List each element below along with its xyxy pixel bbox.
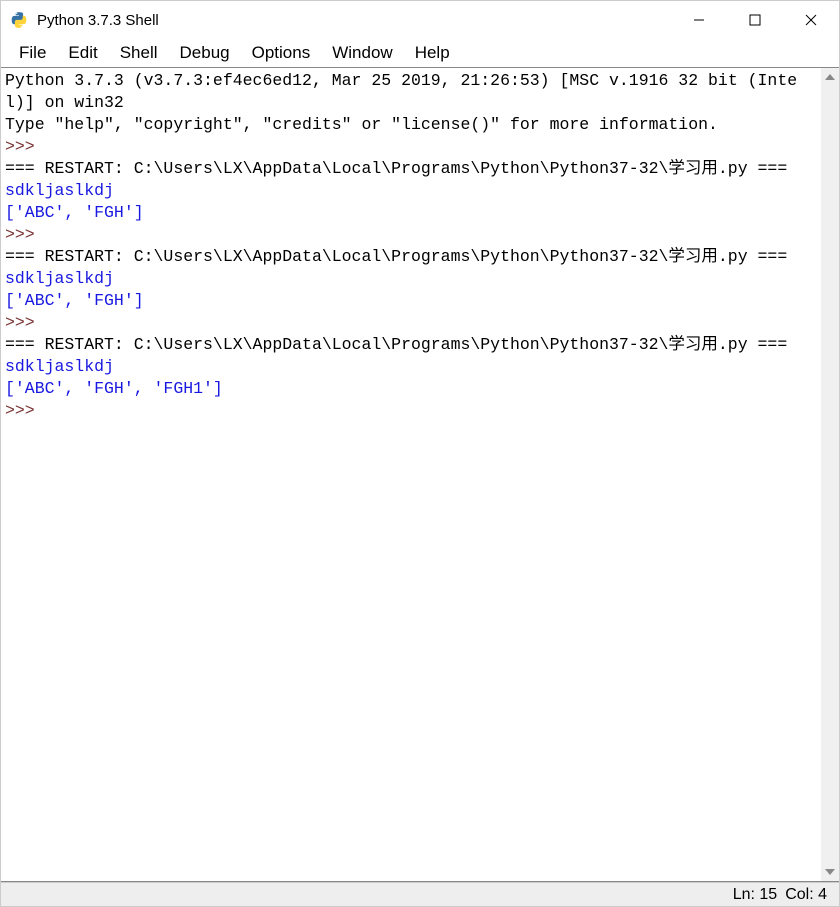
menu-options[interactable]: Options [242, 41, 321, 65]
scroll-track[interactable] [821, 86, 839, 863]
close-button[interactable] [783, 1, 839, 39]
menu-edit[interactable]: Edit [58, 41, 107, 65]
program-output: ['ABC', 'FGH'] [5, 203, 144, 222]
statusbar: Ln: 15 Col: 4 [1, 882, 839, 906]
user-input: sdkljaslkdj [5, 269, 114, 288]
restart-line: === RESTART: C:\Users\LX\AppData\Local\P… [5, 247, 787, 266]
window-title: Python 3.7.3 Shell [37, 12, 671, 29]
program-output: ['ABC', 'FGH'] [5, 291, 144, 310]
minimize-button[interactable] [671, 1, 727, 39]
prompt: >>> [5, 401, 45, 420]
prompt: >>> [5, 225, 45, 244]
scroll-down-arrow[interactable] [821, 863, 839, 881]
status-col: Col: 4 [785, 886, 827, 904]
vertical-scrollbar[interactable] [821, 68, 839, 881]
prompt: >>> [5, 313, 45, 332]
content-wrapper: Python 3.7.3 (v3.7.3:ef4ec6ed12, Mar 25 … [1, 67, 839, 882]
scroll-up-arrow[interactable] [821, 68, 839, 86]
python-icon [9, 10, 29, 30]
program-output: ['ABC', 'FGH', 'FGH1'] [5, 379, 223, 398]
menu-shell[interactable]: Shell [110, 41, 168, 65]
python-banner-line1: Python 3.7.3 (v3.7.3:ef4ec6ed12, Mar 25 … [5, 71, 797, 112]
status-line: Ln: 15 [733, 886, 777, 904]
menubar: File Edit Shell Debug Options Window Hel… [1, 39, 839, 67]
prompt: >>> [5, 137, 45, 156]
menu-file[interactable]: File [9, 41, 56, 65]
window-controls [671, 1, 839, 39]
maximize-button[interactable] [727, 1, 783, 39]
user-input: sdkljaslkdj [5, 357, 114, 376]
shell-text-area[interactable]: Python 3.7.3 (v3.7.3:ef4ec6ed12, Mar 25 … [1, 68, 821, 881]
menu-window[interactable]: Window [322, 41, 402, 65]
restart-line: === RESTART: C:\Users\LX\AppData\Local\P… [5, 159, 787, 178]
restart-line: === RESTART: C:\Users\LX\AppData\Local\P… [5, 335, 787, 354]
titlebar: Python 3.7.3 Shell [1, 1, 839, 39]
python-banner-line2: Type "help", "copyright", "credits" or "… [5, 115, 718, 134]
menu-help[interactable]: Help [405, 41, 460, 65]
menu-debug[interactable]: Debug [170, 41, 240, 65]
user-input: sdkljaslkdj [5, 181, 114, 200]
